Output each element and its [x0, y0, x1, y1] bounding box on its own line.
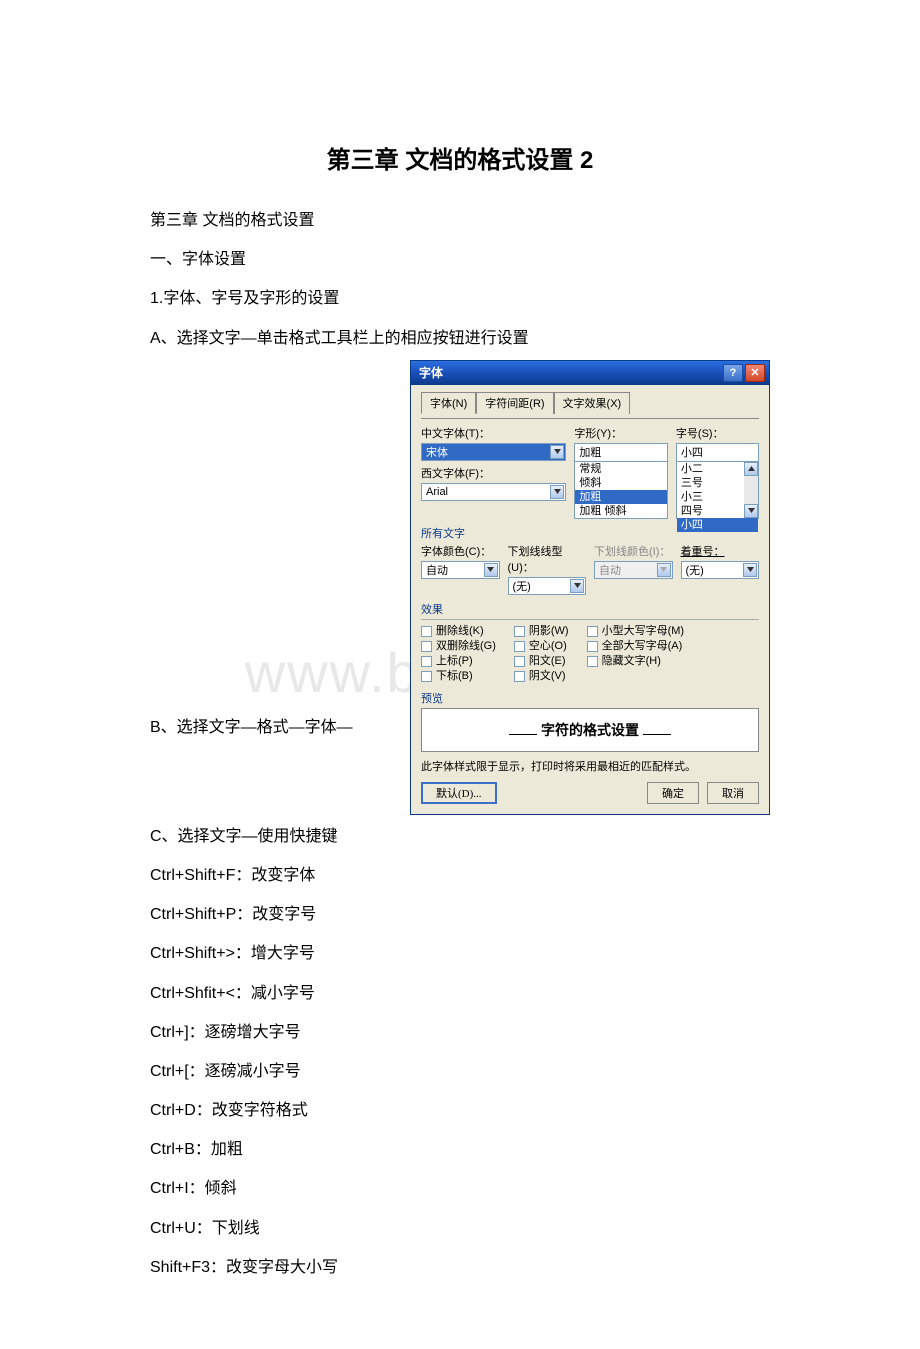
cn-font-value: 宋体 [426, 444, 448, 460]
en-font-value: Arial [426, 486, 448, 498]
text-line: Shift+F3：改变字母大小写 [150, 1250, 770, 1285]
label-underline-color: 下划线颜色(I)： [594, 543, 673, 559]
style-value: 加粗 [579, 444, 601, 460]
chevron-down-icon[interactable] [550, 485, 564, 499]
size-value: 小四 [681, 444, 703, 460]
preview-hint: 此字体样式限于显示，打印时将采用最相近的匹配样式。 [421, 758, 759, 774]
text-line: Ctrl+U：下划线 [150, 1211, 770, 1246]
text-line: Ctrl+[：逐磅减小字号 [150, 1054, 770, 1089]
text-line: 一、字体设置 [150, 242, 770, 277]
cn-font-combo[interactable]: 宋体 [421, 443, 566, 461]
style-option[interactable]: 倾斜 [575, 476, 666, 490]
text-line: Ctrl+Shift+P：改变字号 [150, 897, 770, 932]
label-en-font: 西文字体(F)： [421, 465, 566, 481]
style-option[interactable]: 加粗 倾斜 [575, 504, 666, 518]
default-button[interactable]: 默认(D)... [421, 782, 497, 804]
checkbox-hidden[interactable]: 隐藏文字(H) [587, 654, 685, 669]
label-size: 字号(S)： [676, 425, 759, 441]
dialog-tabs: 字体(N) 字符间距(R) 文字效果(X) [421, 391, 759, 413]
style-option[interactable]: 常规 [575, 462, 666, 476]
font-color-combo[interactable]: 自动 [421, 561, 500, 579]
emphasis-combo[interactable]: (无) [681, 561, 760, 579]
font-dialog: 字体 ? ✕ 字体(N) 字符间距(R) 文字效果(X) 中文字体(T)： 宋体 [410, 360, 770, 815]
scroll-down-icon[interactable] [744, 504, 758, 518]
label-font-color: 字体颜色(C)： [421, 543, 500, 559]
text-line: C、选择文字—使用快捷键 [150, 819, 770, 854]
scroll-up-icon[interactable] [744, 462, 758, 476]
size-input[interactable]: 小四 [676, 443, 759, 461]
font-dialog-screenshot: 字体 ? ✕ 字体(N) 字符间距(R) 文字效果(X) 中文字体(T)： 宋体 [410, 360, 770, 815]
underline-color-value: 自动 [599, 562, 621, 578]
text-line: Ctrl+Shfit+<：减小字号 [150, 976, 770, 1011]
text-line: Ctrl+]：逐磅增大字号 [150, 1015, 770, 1050]
text-line: A、选择文字—单击格式工具栏上的相应按钮进行设置 [150, 321, 770, 356]
preview-text: 字符的格式设置 [541, 720, 639, 740]
checkbox-small-caps[interactable]: 小型大写字母(M) [587, 624, 685, 639]
checkbox-subscript[interactable]: 下标(B) [421, 669, 496, 684]
checkbox-engrave[interactable]: 阴文(V) [514, 669, 569, 684]
en-font-combo[interactable]: Arial [421, 483, 566, 501]
size-listbox[interactable]: 小二 三号 小三 四号 小四 [676, 461, 759, 519]
effects-group: 删除线(K) 双删除线(G) 上标(P) 下标(B) 阴影(W) 空心(O) 阳… [421, 624, 759, 684]
underline-style-value: (无) [513, 578, 531, 594]
chevron-down-icon[interactable] [743, 563, 757, 577]
font-color-value: 自动 [426, 562, 448, 578]
help-button[interactable]: ? [723, 364, 743, 382]
chevron-down-icon[interactable] [570, 579, 584, 593]
text-line: Ctrl+I：倾斜 [150, 1171, 770, 1206]
checkbox-shadow[interactable]: 阴影(W) [514, 624, 569, 639]
emphasis-value: (无) [686, 562, 704, 578]
text-line: Ctrl+Shift+>：增大字号 [150, 936, 770, 971]
text-line: Ctrl+Shift+F：改变字体 [150, 858, 770, 893]
doc-title: 第三章 文档的格式设置 2 [150, 140, 770, 175]
ok-button[interactable]: 确定 [647, 782, 699, 804]
scrollbar[interactable] [744, 462, 758, 518]
checkbox-all-caps[interactable]: 全部大写字母(A) [587, 639, 685, 654]
text-line: 1.字体、字号及字形的设置 [150, 281, 770, 316]
section-effects: 效果 [421, 601, 759, 617]
style-listbox[interactable]: 常规 倾斜 加粗 加粗 倾斜 [574, 461, 667, 519]
chevron-down-icon[interactable] [484, 563, 498, 577]
checkbox-outline[interactable]: 空心(O) [514, 639, 569, 654]
dialog-title: 字体 [419, 364, 721, 381]
style-option-selected[interactable]: 加粗 [575, 490, 666, 504]
tab-char-spacing[interactable]: 字符间距(R) [476, 392, 553, 414]
chevron-down-icon[interactable] [550, 445, 564, 459]
chevron-down-icon [657, 563, 671, 577]
tab-font[interactable]: 字体(N) [421, 392, 476, 414]
checkbox-superscript[interactable]: 上标(P) [421, 654, 496, 669]
checkbox-strikethrough[interactable]: 删除线(K) [421, 624, 496, 639]
size-option-selected[interactable]: 小四 [677, 518, 758, 532]
text-line: Ctrl+B：加粗 [150, 1132, 770, 1167]
cancel-button[interactable]: 取消 [707, 782, 759, 804]
label-emphasis: 着重号： [681, 543, 760, 559]
label-underline-style: 下划线线型(U)： [508, 543, 587, 575]
section-preview: 预览 [421, 690, 759, 706]
preview-box: 字符的格式设置 [421, 708, 759, 752]
style-input[interactable]: 加粗 [574, 443, 667, 461]
underline-color-combo: 自动 [594, 561, 673, 579]
separator [421, 619, 759, 620]
checkbox-emboss[interactable]: 阳文(E) [514, 654, 569, 669]
dialog-titlebar[interactable]: 字体 ? ✕ [411, 361, 769, 385]
label-style: 字形(Y)： [574, 425, 667, 441]
underline-style-combo[interactable]: (无) [508, 577, 587, 595]
tab-text-effects[interactable]: 文字效果(X) [554, 392, 631, 414]
text-line: Ctrl+D：改变字符格式 [150, 1093, 770, 1128]
close-button[interactable]: ✕ [745, 364, 765, 382]
checkbox-double-strike[interactable]: 双删除线(G) [421, 639, 496, 654]
text-line: 第三章 文档的格式设置 [150, 203, 770, 238]
label-cn-font: 中文字体(T)： [421, 425, 566, 441]
